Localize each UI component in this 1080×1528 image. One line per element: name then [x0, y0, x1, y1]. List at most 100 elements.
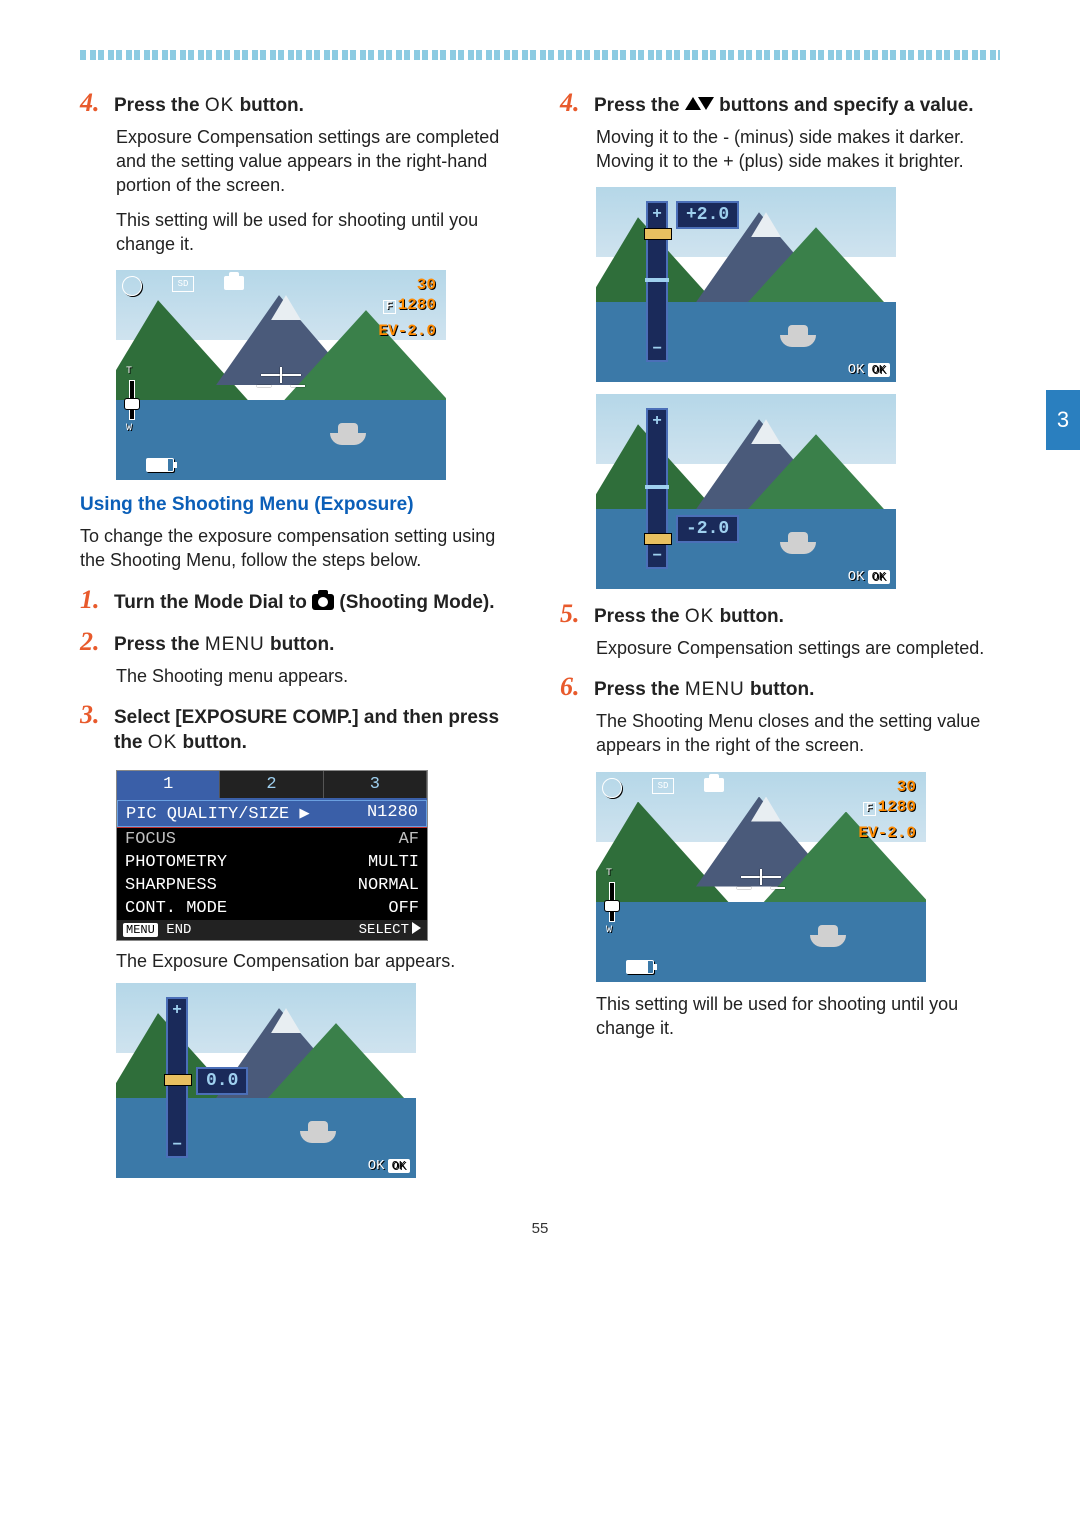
step-number: 6. [560, 674, 586, 700]
menu-row: CONT. MODE OFF [117, 897, 427, 920]
lcd-preview-ev: SD 30 F1280 EV-2.0 TW [116, 270, 446, 480]
menu-label: PHOTOMETRY [125, 853, 227, 872]
decorative-divider [80, 50, 1000, 60]
step-body: The Shooting Menu closes and the setting… [596, 709, 1000, 758]
lcd-ev-bar-minus: + − -2.0 OKOK [596, 394, 896, 589]
menu-row-highlight: PIC QUALITY/SIZE ▶ N1280 [117, 800, 427, 827]
ok-k: K [164, 732, 178, 753]
step-3: 3. Select [EXPOSURE COMP.] and then pres… [80, 702, 520, 755]
body-para: Moving it to the - (minus) side makes it… [596, 125, 1000, 174]
menu-rest: ENU [702, 679, 745, 700]
title-text: button. [745, 679, 815, 700]
lcd-preview-ev-2: SD 30 F1280 EV-2.0 TW [596, 772, 926, 982]
menu-tab: 3 [324, 771, 427, 798]
ok-label: OK [848, 569, 865, 585]
ok-o: O [205, 95, 221, 116]
menu-value: OFF [388, 899, 419, 918]
step-body: Exposure Compensation settings are compl… [116, 125, 520, 256]
top-status-icons: SD [602, 778, 724, 798]
menu-badge: MENU [123, 923, 158, 937]
menu-value: MULTI [368, 853, 419, 872]
ok-glyph: OK [205, 95, 234, 116]
menu-tab: 1 [117, 771, 220, 798]
down-arrow-icon [698, 97, 714, 110]
zoom-indicator: TW [124, 370, 138, 430]
minus-icon: − [648, 547, 666, 565]
menu-glyph: MENU [205, 634, 265, 655]
step-1: 1. Turn the Mode Dial to (Shooting Mode)… [80, 587, 520, 616]
menu-row: SHARPNESS NORMAL [117, 874, 427, 897]
body-para: Exposure Compensation settings are compl… [596, 636, 1000, 660]
title-text: button. [177, 732, 247, 753]
ev-value-box: -2.0 [676, 515, 739, 543]
ok-button-icon: OK [388, 1159, 410, 1173]
minus-icon: − [648, 340, 666, 358]
body-para: The Exposure Compensation bar appears. [116, 949, 520, 973]
step-title: Turn the Mode Dial to (Shooting Mode). [114, 591, 495, 616]
menu-glyph: MENU [685, 679, 745, 700]
step-2: 2. Press the MENU button. The Shooting m… [80, 629, 520, 688]
focus-crosshair [741, 857, 781, 897]
shots-remaining: 30 [897, 778, 916, 796]
two-column-layout: 4. Press the OK button. Exposure Compens… [80, 90, 1000, 1190]
minus-icon: − [168, 1136, 186, 1154]
step-title: Press the OK button. [114, 94, 304, 119]
menu-foot-label: END [166, 922, 191, 938]
zoom-indicator: TW [604, 872, 618, 932]
menu-row: PHOTOMETRY MULTI [117, 851, 427, 874]
title-text: button. [234, 95, 304, 116]
image-size: F1280 [383, 296, 436, 314]
plus-icon: + [168, 1001, 186, 1019]
ev-value-box: 0.0 [196, 1067, 248, 1095]
step-body: Exposure Compensation settings are compl… [596, 636, 1000, 660]
ev-knob [644, 228, 672, 240]
scene-illustration [596, 394, 896, 589]
right-arrow-icon: ▶ [289, 805, 309, 824]
step-body: The Exposure Compensation bar appears. [116, 949, 520, 973]
menu-value: AF [399, 830, 419, 849]
title-text: Turn the Mode Dial to [114, 592, 312, 613]
battery-icon [146, 458, 174, 472]
lcd-shooting-menu: 1 2 3 PIC QUALITY/SIZE ▶ N1280 FOCUS AF … [116, 770, 428, 941]
ok-k: K [701, 606, 715, 627]
ok-hint: OKOK [848, 362, 890, 378]
camera-icon [704, 778, 724, 792]
section-subhead: Using the Shooting Menu (Exposure) [80, 494, 520, 516]
ok-o: O [685, 606, 701, 627]
size-value: 1280 [878, 798, 916, 816]
title-text: Press the [594, 679, 685, 700]
step-title: Press the buttons and specify a value. [594, 94, 974, 119]
menu-label: CONT. MODE [125, 899, 227, 918]
step-body: Moving it to the - (minus) side makes it… [596, 125, 1000, 174]
menu-label: PIC QUALITY/SIZE [126, 805, 289, 824]
top-status-icons: SD [122, 276, 244, 296]
menu-footer: MENU END SELECT [117, 920, 427, 940]
menu-label: FOCUS [125, 830, 176, 849]
right-column: 4. Press the buttons and specify a value… [560, 90, 1000, 1190]
menu-m: M [205, 634, 222, 655]
step-number: 3. [80, 702, 106, 728]
title-text: (Shooting Mode). [334, 592, 494, 613]
menu-label: SHARPNESS [125, 876, 217, 895]
menu-rest: ENU [222, 634, 265, 655]
plus-icon: + [648, 205, 666, 223]
page-number: 55 [80, 1220, 1000, 1237]
flash-icon [602, 778, 622, 798]
ev-knob [644, 533, 672, 545]
tail-text: This setting will be used for shooting u… [596, 992, 1000, 1041]
step-5: 5. Press the OK button. Exposure Compens… [560, 601, 1000, 660]
menu-row: FOCUS AF [117, 827, 427, 851]
ok-hint: OKOK [848, 569, 890, 585]
ev-slider: + − [646, 408, 668, 569]
ev-readout: EV-2.0 [858, 824, 916, 842]
right-arrow-icon [412, 922, 421, 934]
ok-o: O [148, 732, 164, 753]
lcd-ev-bar-zero: + − 0.0 OKOK [116, 983, 416, 1178]
ok-label: OK [848, 362, 865, 378]
size-badge-icon: F [383, 300, 396, 314]
battery-icon [626, 960, 654, 974]
ev-readout: EV-2.0 [378, 322, 436, 340]
body-para: This setting will be used for shooting u… [116, 208, 520, 257]
ok-button-icon: OK [868, 363, 890, 377]
section-intro: To change the exposure compensation sett… [80, 524, 520, 573]
